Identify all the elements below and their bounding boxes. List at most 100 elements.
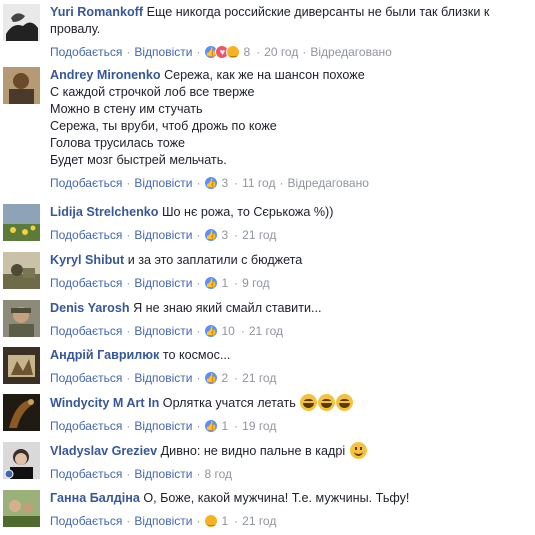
- comment-text: Дивно: не видно пальне в кадрі: [160, 444, 346, 458]
- like-icon: 👍: [204, 324, 219, 338]
- separator: ·: [234, 176, 239, 190]
- comment-body: Windycity M Art In Орлятка учатся летать…: [50, 394, 531, 434]
- reaction-count[interactable]: 3: [221, 227, 228, 243]
- separator: ·: [279, 176, 284, 190]
- reply-button[interactable]: Відповісти: [134, 513, 192, 529]
- like-button[interactable]: Подобається: [50, 175, 122, 191]
- reactions[interactable]: 👍: [204, 276, 219, 290]
- comment-text: Орлятка учатся летать: [162, 396, 296, 410]
- comment-author[interactable]: Denis Yarosh: [50, 301, 130, 315]
- like-button[interactable]: Подобається: [50, 370, 122, 386]
- like-button[interactable]: Подобається: [50, 323, 122, 339]
- comment-text: то космос...: [162, 348, 231, 362]
- avatar[interactable]: [3, 442, 40, 479]
- comment-author[interactable]: Андрій Гаврилюк: [50, 348, 159, 362]
- reactions[interactable]: ‿: [204, 514, 219, 528]
- like-button[interactable]: Подобається: [50, 227, 122, 243]
- comment-actions: Подобається · Відповісти · ‿ 1 · 21 год: [50, 513, 531, 529]
- comment-time[interactable]: 21 год: [242, 227, 276, 243]
- separator: ·: [196, 228, 201, 242]
- comment-text-line: Голова трусилась тоже: [50, 136, 185, 150]
- edited-label[interactable]: Відредаговано: [287, 175, 368, 191]
- reactions[interactable]: 👍: [204, 176, 219, 190]
- comment-time[interactable]: 21 год: [249, 323, 283, 339]
- separator: ·: [126, 419, 131, 433]
- separator: ·: [234, 276, 239, 290]
- comment-author[interactable]: Lidija Strelchenko: [50, 205, 158, 219]
- laughing-emoji: [336, 394, 354, 411]
- reply-button[interactable]: Відповісти: [134, 466, 192, 482]
- comment-time[interactable]: 9 год: [242, 275, 270, 291]
- avatar[interactable]: [3, 490, 40, 527]
- separator: ·: [126, 371, 131, 385]
- reply-button[interactable]: Відповісти: [134, 44, 192, 60]
- comment-time[interactable]: 8 год: [204, 466, 232, 482]
- reaction-count[interactable]: 1: [221, 418, 228, 434]
- separator: ·: [196, 371, 201, 385]
- comment-actions: Подобається · Відповісти · 👍 3 · 21 год: [50, 227, 531, 243]
- avatar[interactable]: [3, 4, 40, 41]
- reply-button[interactable]: Відповісти: [134, 227, 192, 243]
- comment-author[interactable]: Yuri Romankoff: [50, 5, 143, 19]
- reactions[interactable]: 👍: [204, 371, 219, 385]
- comment-body: Андрій Гаврилюк то космос... Подобається…: [50, 347, 531, 386]
- like-button[interactable]: Подобається: [50, 275, 122, 291]
- comment-text: и за это заплатили с бюджета: [127, 253, 303, 267]
- reply-button[interactable]: Відповісти: [134, 418, 192, 434]
- separator: ·: [196, 276, 201, 290]
- comment-time[interactable]: 20 год: [264, 44, 298, 60]
- comment-author[interactable]: Vladyslav Greziev: [50, 444, 157, 458]
- comment-time[interactable]: 11 год: [242, 175, 275, 191]
- comment-author[interactable]: Andrey Mironenko: [50, 68, 161, 82]
- reply-button[interactable]: Відповісти: [134, 175, 192, 191]
- reaction-count[interactable]: 10: [221, 323, 234, 339]
- comment-time[interactable]: 21 год: [242, 370, 276, 386]
- reaction-count[interactable]: 1: [221, 513, 228, 529]
- separator: ·: [196, 467, 201, 481]
- reply-button[interactable]: Відповісти: [134, 275, 192, 291]
- comment-actions: Подобається · Відповісти · 👍 10 · 21 год: [50, 323, 531, 339]
- like-button[interactable]: Подобається: [50, 466, 122, 482]
- reaction-count[interactable]: 2: [221, 370, 228, 386]
- avatar[interactable]: [3, 394, 40, 431]
- separator: ·: [126, 276, 131, 290]
- separator: ·: [126, 176, 131, 190]
- like-button[interactable]: Подобається: [50, 44, 122, 60]
- comment-author[interactable]: Kyryl Shibut: [50, 253, 124, 267]
- reactions[interactable]: 👍: [204, 228, 219, 242]
- like-button[interactable]: Подобається: [50, 418, 122, 434]
- comment-body: Yuri Romankoff Еще никогда российские ди…: [50, 4, 531, 60]
- avatar[interactable]: [3, 347, 40, 384]
- comment-time[interactable]: 21 год: [242, 513, 276, 529]
- separator: ·: [256, 45, 261, 59]
- avatar[interactable]: [3, 204, 40, 241]
- separator: ·: [234, 228, 239, 242]
- reactions[interactable]: 👍: [204, 324, 219, 338]
- comment-body: Ганна Балдіна О, Боже, какой мужчина! Т.…: [50, 490, 531, 529]
- separator: ·: [126, 467, 131, 481]
- separator: ·: [234, 419, 239, 433]
- avatar[interactable]: [3, 252, 40, 289]
- separator: ·: [234, 371, 239, 385]
- haha-icon: ‿: [226, 45, 241, 59]
- avatar[interactable]: [3, 67, 40, 104]
- reply-button[interactable]: Відповісти: [134, 370, 192, 386]
- separator: ·: [196, 176, 201, 190]
- reply-button[interactable]: Відповісти: [134, 323, 192, 339]
- comment-time[interactable]: 19 год: [242, 418, 276, 434]
- like-icon: 👍: [204, 371, 219, 385]
- comment-author[interactable]: Windycity M Art In: [50, 396, 159, 410]
- laughing-emoji: [318, 394, 336, 411]
- reaction-count[interactable]: 1: [221, 275, 228, 291]
- laughing-emoji: [300, 394, 318, 411]
- reactions[interactable]: 👍: [204, 419, 219, 433]
- avatar[interactable]: [3, 300, 40, 337]
- comment-author[interactable]: Ганна Балдіна: [50, 491, 140, 505]
- edited-label[interactable]: Відредаговано: [310, 44, 391, 60]
- like-button[interactable]: Подобається: [50, 513, 122, 529]
- reactions[interactable]: 👍 ♥ ‿: [204, 45, 241, 59]
- separator: ·: [234, 514, 239, 528]
- reaction-count[interactable]: 3: [221, 175, 228, 191]
- separator: ·: [196, 514, 201, 528]
- reaction-count[interactable]: 8: [243, 44, 250, 60]
